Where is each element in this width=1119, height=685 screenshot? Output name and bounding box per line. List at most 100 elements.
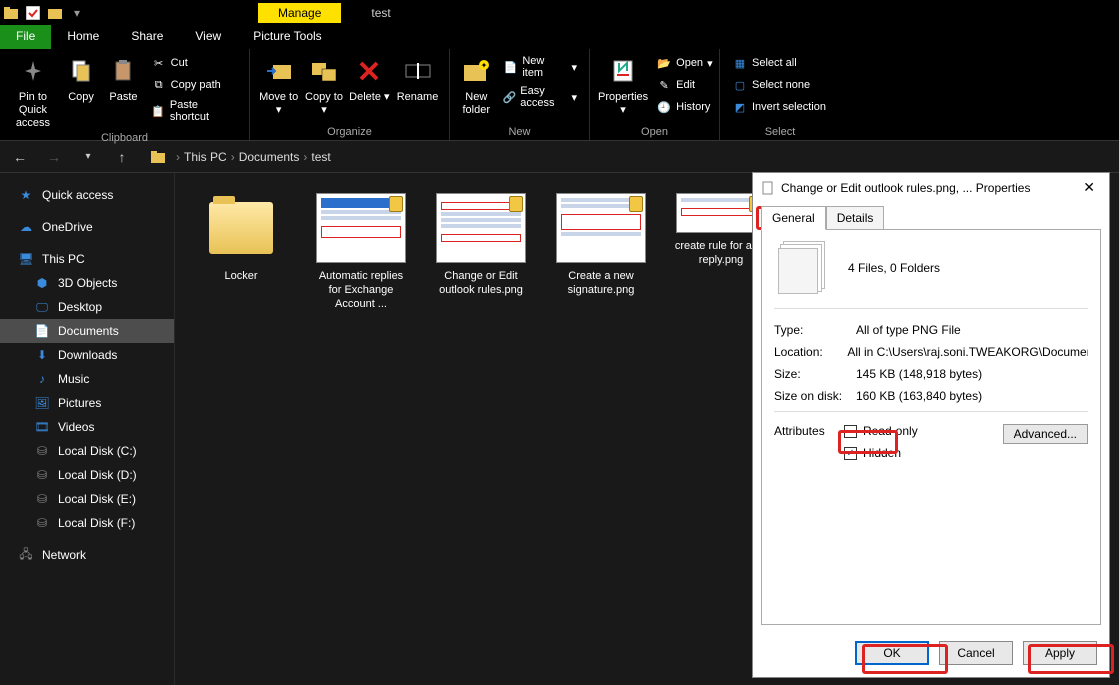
copy-path-button[interactable]: ⧉Copy path (147, 75, 241, 95)
new-item-button[interactable]: 📄New item ▾ (499, 53, 581, 81)
group-label: New (458, 124, 581, 140)
dialog-buttons: OK Cancel Apply (753, 633, 1109, 677)
move-to-button[interactable]: Move to ▾ (258, 51, 299, 117)
nav-documents[interactable]: 📄Documents (0, 319, 174, 343)
group-label: Select (728, 124, 832, 140)
back-button[interactable]: ← (8, 145, 32, 169)
hidden-label: Hidden (863, 446, 901, 460)
folder-icon (150, 149, 166, 165)
size-value: 145 KB (148,918 bytes) (856, 367, 982, 381)
cloud-icon: ☁ (18, 219, 34, 235)
history-icon: 🕘 (656, 99, 672, 115)
up-button[interactable]: ↑ (110, 145, 134, 169)
location-value: All in C:\Users\raj.soni.TWEAKORG\Docume… (847, 345, 1088, 359)
invert-selection-button[interactable]: ◩Invert selection (728, 97, 830, 117)
delete-button[interactable]: Delete ▾ (349, 51, 390, 104)
ok-button[interactable]: OK (855, 641, 929, 665)
disk-icon: ⛁ (34, 443, 50, 459)
copy-button[interactable]: Copy (62, 51, 100, 104)
file-item[interactable]: Change or Edit outlook rules.png (431, 193, 531, 297)
nav-quick-access[interactable]: ★Quick access (0, 183, 174, 207)
easy-access-button[interactable]: 🔗Easy access ▾ (499, 83, 581, 111)
dialog-tabs: General Details (761, 206, 1101, 230)
paste-button[interactable]: Paste (104, 51, 142, 104)
tab-picture-tools[interactable]: Picture Tools (237, 25, 337, 49)
tab-home[interactable]: Home (51, 25, 115, 49)
nav-music[interactable]: ♪Music (0, 367, 174, 391)
nav-disk-f[interactable]: ⛁Local Disk (F:) (0, 511, 174, 535)
tab-details[interactable]: Details (826, 206, 885, 230)
crumb-test[interactable]: test (311, 150, 330, 164)
size-on-disk-label: Size on disk: (774, 389, 844, 403)
apply-button[interactable]: Apply (1023, 641, 1097, 665)
documents-icon: 📄 (34, 323, 50, 339)
network-icon: 🖧 (18, 547, 34, 563)
folder-small-icon[interactable] (47, 5, 63, 21)
select-all-button[interactable]: ▦Select all (728, 53, 830, 73)
pin-quick-access-button[interactable]: Pin to Quick access (8, 51, 58, 130)
nav-onedrive[interactable]: ☁OneDrive (0, 215, 174, 239)
tab-general[interactable]: General (761, 206, 826, 230)
rename-icon (402, 55, 434, 87)
new-folder-button[interactable]: ✦ New folder (458, 51, 495, 117)
nav-videos[interactable]: 🎞Videos (0, 415, 174, 439)
history-button[interactable]: 🕘History (652, 97, 716, 117)
nav-disk-d[interactable]: ⛁Local Disk (D:) (0, 463, 174, 487)
qat-dropdown-icon[interactable]: ▾ (69, 5, 85, 21)
navigation-pane: ★Quick access ☁OneDrive 🖥This PC ⬢3D Obj… (0, 173, 175, 685)
cut-button[interactable]: ✂Cut (147, 53, 241, 73)
checkbox-icon[interactable] (25, 5, 41, 21)
cut-icon: ✂ (151, 55, 167, 71)
size-label: Size: (774, 367, 844, 381)
new-folder-icon: ✦ (460, 55, 492, 87)
advanced-button[interactable]: Advanced... (1003, 424, 1088, 444)
tab-share[interactable]: Share (115, 25, 179, 49)
delete-icon (353, 55, 385, 87)
paste-icon (107, 55, 139, 87)
nav-pictures[interactable]: 🖼Pictures (0, 391, 174, 415)
cancel-button[interactable]: Cancel (939, 641, 1013, 665)
group-organize: Move to ▾ Copy to ▾ Delete ▾ Rename Orga… (250, 49, 450, 140)
file-item-locker[interactable]: Locker (191, 193, 291, 283)
move-to-icon (263, 55, 295, 87)
copy-to-button[interactable]: Copy to ▾ (303, 51, 344, 117)
hidden-checkbox[interactable]: ✓ (844, 447, 857, 460)
select-none-button[interactable]: ▢Select none (728, 75, 830, 95)
nav-disk-e[interactable]: ⛁Local Disk (E:) (0, 487, 174, 511)
dialog-title: Change or Edit outlook rules.png, ... Pr… (781, 181, 1030, 195)
close-button[interactable]: ✕ (1077, 179, 1101, 196)
paste-shortcut-icon: 📋 (151, 103, 166, 119)
crumb-thispc[interactable]: This PC (184, 150, 227, 164)
nav-downloads[interactable]: ⬇Downloads (0, 343, 174, 367)
nav-3d-objects[interactable]: ⬢3D Objects (0, 271, 174, 295)
tab-view[interactable]: View (179, 25, 237, 49)
rename-button[interactable]: Rename (394, 51, 441, 104)
crumb-documents[interactable]: Documents (239, 150, 300, 164)
nav-disk-c[interactable]: ⛁Local Disk (C:) (0, 439, 174, 463)
music-icon: ♪ (34, 371, 50, 387)
disk-icon: ⛁ (34, 515, 50, 531)
copy-icon (65, 55, 97, 87)
file-item[interactable]: Create a new signature.png (551, 193, 651, 297)
edit-button[interactable]: ✎Edit (652, 75, 716, 95)
tab-file[interactable]: File (0, 25, 51, 49)
properties-button[interactable]: Properties ▾ (598, 51, 648, 117)
open-icon: 📂 (656, 55, 672, 71)
readonly-checkbox[interactable] (844, 425, 857, 438)
file-item[interactable]: Automatic replies for Exchange Account .… (311, 193, 411, 311)
open-button[interactable]: 📂Open ▾ (652, 53, 716, 73)
paste-shortcut-button[interactable]: 📋Paste shortcut (147, 97, 241, 125)
lock-icon (389, 196, 403, 212)
forward-button[interactable]: → (42, 145, 66, 169)
nav-desktop[interactable]: 🖵Desktop (0, 295, 174, 319)
recent-dropdown[interactable]: ▾ (76, 145, 100, 169)
nav-network[interactable]: 🖧Network (0, 543, 174, 567)
folder-icon (209, 202, 273, 254)
group-open: Properties ▾ 📂Open ▾ ✎Edit 🕘History Open (590, 49, 720, 140)
group-select: ▦Select all ▢Select none ◩Invert selecti… (720, 49, 840, 140)
context-tab-manage[interactable]: Manage (258, 3, 341, 23)
type-label: Type: (774, 323, 844, 337)
nav-this-pc[interactable]: 🖥This PC (0, 247, 174, 271)
edit-icon: ✎ (656, 77, 672, 93)
breadcrumb[interactable]: › This PC › Documents › test (176, 150, 331, 164)
